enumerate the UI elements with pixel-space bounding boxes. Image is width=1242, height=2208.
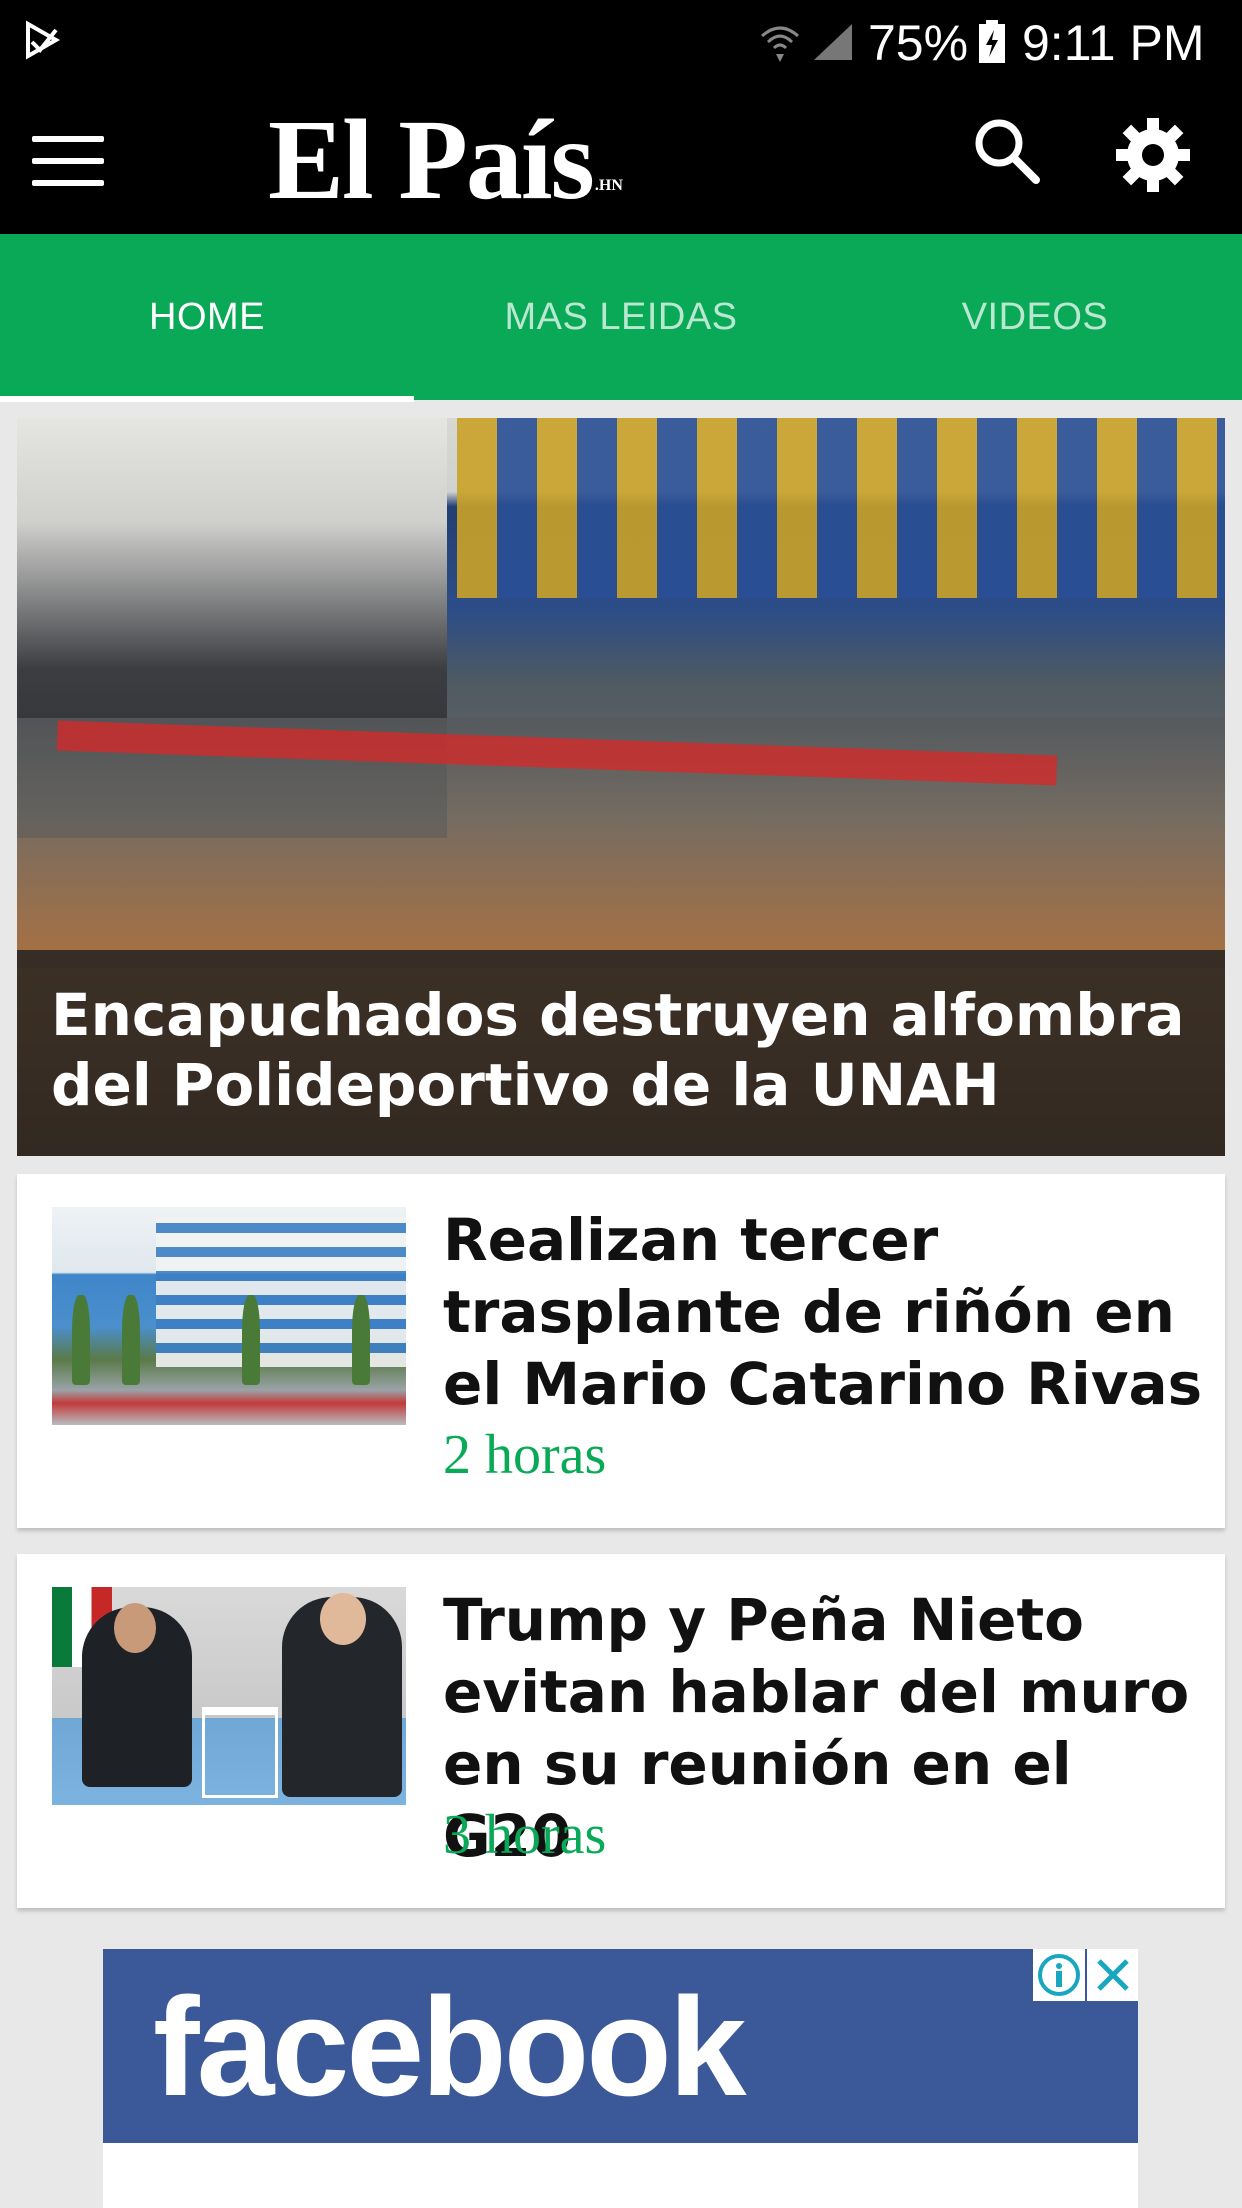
ad-close-icon[interactable] xyxy=(1087,1949,1138,2001)
battery-charging-icon xyxy=(979,20,1005,63)
article-thumbnail xyxy=(52,1587,406,1805)
gear-icon[interactable] xyxy=(1114,116,1192,194)
hero-title[interactable]: Encapuchados destruyen alfombra del Poli… xyxy=(51,980,1201,1120)
battery-percentage: 75% xyxy=(868,15,969,71)
ad-info-icon[interactable] xyxy=(1033,1949,1085,2001)
ad-banner[interactable]: facebook xyxy=(103,1949,1138,2208)
tab-mas-leidas[interactable]: MAS LEIDAS xyxy=(414,234,828,400)
app-logo: El País .HN xyxy=(268,100,623,220)
app-bar: El País .HN xyxy=(0,86,1242,234)
wifi-icon xyxy=(761,26,799,62)
article-title[interactable]: Realizan tercer trasplante de riñón en e… xyxy=(443,1204,1213,1420)
logo-suffix: .HN xyxy=(594,177,623,194)
logo-text: El País xyxy=(268,96,595,223)
article-card[interactable]: Trump y Peña Nieto evitan hablar del mur… xyxy=(17,1554,1225,1908)
tab-bar: HOME MAS LEIDAS VIDEOS xyxy=(0,234,1242,400)
ad-brand-logo: facebook xyxy=(153,1968,747,2125)
active-tab-indicator xyxy=(0,396,414,402)
menu-icon[interactable] xyxy=(32,136,104,186)
hero-image-stands xyxy=(457,418,1225,598)
article-time: 3 horas xyxy=(443,1804,607,1866)
tab-home[interactable]: HOME xyxy=(0,234,414,400)
status-clock: 9:11 PM xyxy=(1022,15,1205,71)
hero-article[interactable]: Encapuchados destruyen alfombra del Poli… xyxy=(17,418,1225,1156)
tab-videos[interactable]: VIDEOS xyxy=(828,234,1242,400)
article-thumbnail xyxy=(52,1207,406,1425)
signal-icon xyxy=(814,24,852,60)
hero-caption: Encapuchados destruyen alfombra del Poli… xyxy=(17,950,1225,1156)
article-card[interactable]: Realizan tercer trasplante de riñón en e… xyxy=(17,1174,1225,1528)
search-icon[interactable] xyxy=(970,114,1042,186)
ad-brand-banner[interactable]: facebook xyxy=(103,1949,1138,2143)
play-store-icon xyxy=(26,20,61,60)
status-bar: 75% 9:11 PM xyxy=(0,0,1242,86)
article-time: 2 horas xyxy=(443,1424,607,1486)
